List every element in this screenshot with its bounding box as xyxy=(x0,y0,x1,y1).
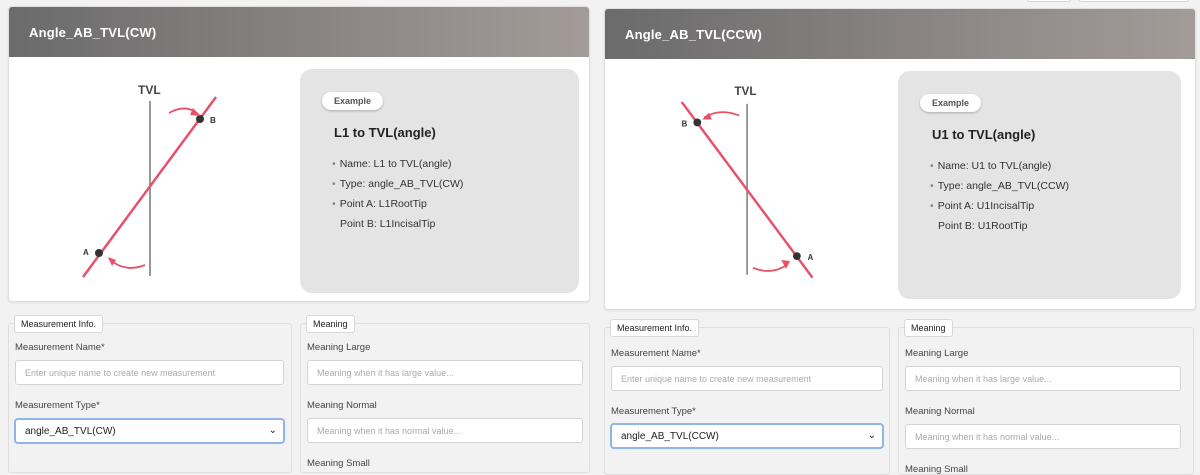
example-title: U1 to TVL(angle) xyxy=(932,127,1036,142)
measurement-info-section: Measurement Info. Measurement Name* Ente… xyxy=(8,315,292,473)
example-name: Name: U1 to TVL(angle) xyxy=(930,156,1159,176)
meaning-small-label: Meaning Small xyxy=(307,458,370,469)
point-b-label: B xyxy=(682,119,688,128)
meaning-normal-label: Meaning Normal xyxy=(307,400,377,411)
meaning-small-label: Meaning Small xyxy=(905,464,968,475)
measurement-name-label: Measurement Name* xyxy=(15,342,105,353)
tvl-axis-label: TVL xyxy=(734,85,756,98)
point-a-marker xyxy=(792,252,801,261)
meaning-legend: Meaning xyxy=(904,319,953,337)
meaning-large-input[interactable]: Meaning when it has large value... xyxy=(905,366,1181,391)
point-a-label: A xyxy=(83,248,89,257)
meaning-section: Meaning Meaning Large Meaning when it ha… xyxy=(898,319,1194,475)
meaning-normal-label: Meaning Normal xyxy=(905,406,975,417)
measurement-type-value: angle_AB_TVL(CCW) xyxy=(621,430,719,442)
example-type: Type: angle_AB_TVL(CCW) xyxy=(930,176,1159,196)
example-details: Name: L1 to TVL(angle) Type: angle_AB_TV… xyxy=(332,154,557,234)
cw-arrow-bottom xyxy=(108,257,116,266)
meaning-normal-input[interactable]: Meaning when it has normal value... xyxy=(307,418,583,443)
measurement-type-select[interactable]: angle_AB_TVL(CCW) ⌄ xyxy=(610,423,884,449)
example-badge: Example xyxy=(920,94,982,112)
point-a-label: A xyxy=(808,253,814,262)
example-point-b: Point B: U1RootTip xyxy=(938,220,1028,232)
card-title: Angle_AB_TVL(CCW) xyxy=(605,9,1195,59)
measurement-name-input[interactable]: Enter unique name to create new measurem… xyxy=(15,360,284,385)
measurement-pane-cw: Angle_AB_TVL(CW) TVL B A Example L1 to T… xyxy=(8,0,598,473)
measurement-type-label: Measurement Type* xyxy=(15,400,100,411)
example-title: L1 to TVL(angle) xyxy=(334,125,436,140)
angle-card-cw[interactable]: Angle_AB_TVL(CW) TVL B A Example L1 to T… xyxy=(8,6,590,302)
example-box: Example U1 to TVL(angle) Name: U1 to TVL… xyxy=(898,71,1181,299)
measurement-name-label: Measurement Name* xyxy=(611,348,701,359)
example-type: Type: angle_AB_TVL(CW) xyxy=(332,174,557,194)
example-box: Example L1 to TVL(angle) Name: L1 to TVL… xyxy=(300,69,579,293)
meaning-large-input[interactable]: Meaning when it has large value... xyxy=(307,360,583,385)
angle-diagram-ccw: TVL B A xyxy=(680,85,814,279)
meaning-normal-input[interactable]: Meaning when it has normal value... xyxy=(905,424,1181,449)
tvl-axis-label: TVL xyxy=(138,83,161,97)
example-name: Name: L1 to TVL(angle) xyxy=(332,154,557,174)
point-b-label: B xyxy=(210,116,216,125)
ccw-arc-bottom xyxy=(752,263,789,272)
measurement-info-legend: Measurement Info. xyxy=(14,315,104,333)
angle-card-ccw[interactable]: Angle_AB_TVL(CCW) TVL B A Example U1 to … xyxy=(604,8,1196,310)
example-point-a: Point A: U1IncisalTip xyxy=(930,196,1159,216)
measurement-info-section: Measurement Info. Measurement Name* Ente… xyxy=(604,319,890,475)
meaning-large-label: Meaning Large xyxy=(905,348,969,359)
chevron-down-icon: ⌄ xyxy=(867,430,876,441)
measurement-type-select[interactable]: angle_AB_TVL(CW) ⌄ xyxy=(14,418,285,444)
point-a-marker xyxy=(95,249,103,257)
measurement-info-legend: Measurement Info. xyxy=(610,319,700,337)
chevron-down-icon: ⌄ xyxy=(268,425,277,436)
example-details: Name: U1 to TVL(angle) Type: angle_AB_TV… xyxy=(930,156,1159,236)
point-b-marker xyxy=(693,118,702,127)
measurement-pane-ccw: Angle_AB_TVL(CCW) TVL B A Example U1 to … xyxy=(604,2,1196,475)
meaning-legend: Meaning xyxy=(306,315,355,333)
example-point-b: Point B: L1IncisalTip xyxy=(340,218,436,230)
example-point-a: Point A: L1RootTip xyxy=(332,194,557,214)
measurement-name-input[interactable]: Enter unique name to create new measurem… xyxy=(611,366,883,391)
angle-diagram-cw: TVL B A xyxy=(81,83,218,278)
example-badge: Example xyxy=(322,92,384,110)
point-b-marker xyxy=(196,115,204,123)
measurement-type-value: angle_AB_TVL(CW) xyxy=(25,425,116,437)
meaning-large-label: Meaning Large xyxy=(307,342,371,353)
meaning-section: Meaning Meaning Large Meaning when it ha… xyxy=(300,315,590,473)
measurement-type-label: Measurement Type* xyxy=(611,406,696,417)
card-title: Angle_AB_TVL(CW) xyxy=(9,7,589,57)
